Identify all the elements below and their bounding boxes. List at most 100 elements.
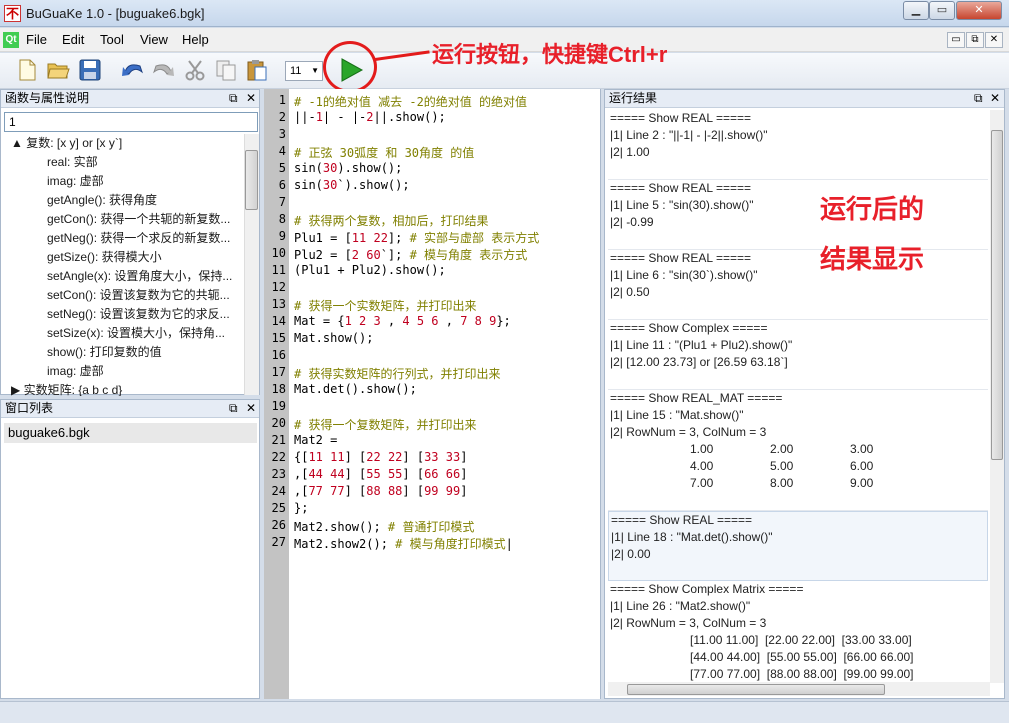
- code-editor[interactable]: # -1的绝对值 减去 -2的绝对值 的绝对值 ||-1| - |-2||.sho…: [289, 89, 601, 699]
- result-block: ===== Show REAL ===== |1| Line 6 : "sin(3…: [608, 250, 988, 320]
- result-line: ===== Show Complex Matrix =====: [610, 582, 804, 596]
- matrix-cell: 3.00: [850, 442, 874, 456]
- qt-logo-icon: Qt: [3, 32, 19, 48]
- menu-edit[interactable]: Edit: [62, 32, 84, 47]
- close-button[interactable]: ✕: [956, 1, 1002, 20]
- scrollbar-thumb[interactable]: [991, 130, 1003, 460]
- result-block: ===== Show REAL ===== |1| Line 18 : "Mat.…: [608, 511, 988, 581]
- function-tree-item[interactable]: imag: 虚部: [3, 172, 243, 191]
- redo-icon[interactable]: [150, 58, 176, 84]
- code-line[interactable]: # 获得一个复数矩阵，并打印出来: [294, 416, 476, 433]
- matrix-cell: 5.00: [770, 459, 794, 473]
- float-panel-icon[interactable]: ⧉: [229, 91, 238, 106]
- maximize-button[interactable]: ▭: [929, 1, 955, 20]
- mdi-close-button[interactable]: ✕: [985, 32, 1003, 48]
- code-line[interactable]: ,[77 77] [88 88] [99 99]: [294, 484, 467, 498]
- code-line[interactable]: ||-1| - |-2||.show();: [294, 110, 446, 124]
- function-tree-item[interactable]: show(): 打印复数的值: [3, 343, 243, 362]
- result-line: ===== Show REAL_MAT =====: [610, 391, 783, 405]
- open-folder-icon[interactable]: [45, 58, 71, 84]
- matrix-row: 1.00 2.00 3.00: [610, 441, 988, 458]
- window-list-item[interactable]: buguake6.bgk: [4, 423, 257, 443]
- result-line: |2| 1.00: [610, 145, 650, 159]
- code-line[interactable]: };: [294, 501, 308, 515]
- code-line[interactable]: # 正弦 30弧度 和 30角度 的值: [294, 144, 474, 161]
- mdi-minimize-button[interactable]: ▭: [947, 32, 965, 48]
- close-panel-icon[interactable]: ✕: [246, 91, 256, 105]
- matrix-row: [77.00 77.00] [88.00 88.00] [99.00 99.00…: [690, 667, 914, 681]
- line-number: 6: [278, 178, 286, 192]
- function-tree-item[interactable]: setAngle(x): 设置角度大小，保持...: [3, 267, 243, 286]
- line-number: 12: [271, 280, 286, 294]
- code-line[interactable]: Plu1 = [11 22]; # 实部与虚部 表示方式: [294, 229, 539, 246]
- code-line[interactable]: {[11 11] [22 22] [33 33]: [294, 450, 467, 464]
- scrollbar-thumb[interactable]: [627, 684, 885, 695]
- code-line[interactable]: Mat.det().show();: [294, 382, 417, 396]
- function-tree-item[interactable]: ▶ 实数矩阵: {a b c d}: [3, 381, 243, 396]
- function-tree-item[interactable]: setNeg(): 设置该复数为它的求反...: [3, 305, 243, 324]
- code-line[interactable]: sin(30`).show();: [294, 178, 410, 192]
- function-tree-item[interactable]: getNeg(): 获得一个求反的新复数...: [3, 229, 243, 248]
- function-tree-item[interactable]: getAngle(): 获得角度: [3, 191, 243, 210]
- function-tree-item[interactable]: setSize(x): 设置模大小，保持角...: [3, 324, 243, 343]
- menu-tool[interactable]: Tool: [100, 32, 124, 47]
- result-line: |2| -0.99: [610, 215, 654, 229]
- font-size-select[interactable]: 11 ▼: [285, 61, 323, 81]
- menu-view[interactable]: View: [140, 32, 168, 47]
- result-block: ===== Show REAL ===== |1| Line 2 : "||-1|…: [608, 110, 988, 180]
- code-line[interactable]: Mat2 =: [294, 433, 337, 447]
- paste-icon[interactable]: [244, 58, 270, 84]
- code-line[interactable]: ,[44 44] [55 55] [66 66]: [294, 467, 467, 481]
- function-tree-item[interactable]: ▲ 复数: [x y] or [x y`]: [3, 134, 243, 153]
- result-output: ===== Show REAL ===== |1| Line 2 : "||-1|…: [608, 110, 988, 683]
- code-line[interactable]: Mat = {1 2 3 , 4 5 6 , 7 8 9};: [294, 314, 511, 328]
- function-tree: ▲ 复数: [x y] or [x y`] real: 实部 imag: 虚部 get…: [3, 134, 243, 396]
- close-panel-icon[interactable]: ✕: [990, 91, 1000, 105]
- result-line: |1| Line 15 : "Mat.show()": [610, 408, 744, 422]
- code-line[interactable]: Mat2.show(); # 普通打印模式: [294, 518, 474, 535]
- function-tree-item[interactable]: imag: 虚部: [3, 362, 243, 381]
- code-line[interactable]: # 获得两个复数，相加后，打印结果: [294, 212, 488, 229]
- line-number: 10: [271, 246, 286, 260]
- code-line[interactable]: Mat.show();: [294, 331, 373, 345]
- undo-icon[interactable]: [120, 58, 146, 84]
- code-line[interactable]: (Plu1 + Plu2).show();: [294, 263, 446, 277]
- copy-icon[interactable]: [213, 58, 239, 84]
- float-panel-icon[interactable]: ⧉: [974, 91, 983, 106]
- line-number: 2: [278, 110, 286, 124]
- matrix-cell: 9.00: [850, 476, 874, 490]
- save-icon[interactable]: [77, 58, 103, 84]
- line-number: 5: [278, 161, 286, 175]
- new-file-icon[interactable]: [14, 58, 40, 84]
- matrix-cell: 1.00: [690, 442, 714, 456]
- function-tree-item[interactable]: real: 实部: [3, 153, 243, 172]
- menu-help[interactable]: Help: [182, 32, 209, 47]
- minimize-button[interactable]: ▁: [903, 1, 929, 20]
- line-number: 7: [278, 195, 286, 209]
- line-number: 8: [278, 212, 286, 226]
- function-tree-item[interactable]: getCon(): 获得一个共轭的新复数...: [3, 210, 243, 229]
- code-line[interactable]: sin(30).show();: [294, 161, 402, 175]
- result-line: |1| Line 5 : "sin(30).show()": [610, 198, 754, 212]
- float-panel-icon[interactable]: ⧉: [229, 401, 238, 416]
- code-line[interactable]: # 获得一个实数矩阵，并打印出来: [294, 297, 476, 314]
- result-line: ===== Show REAL =====: [610, 251, 751, 265]
- code-line[interactable]: Plu2 = [2 60`]; # 模与角度 表示方式: [294, 246, 527, 263]
- code-line[interactable]: # 获得实数矩阵的行列式，并打印出来: [294, 365, 500, 382]
- app-logo-icon: 不: [4, 5, 21, 22]
- function-search-input[interactable]: 1: [4, 112, 258, 132]
- code-line[interactable]: # -1的绝对值 减去 -2的绝对值 的绝对值: [294, 93, 527, 110]
- line-number: 11: [271, 263, 286, 277]
- mdi-restore-button[interactable]: ⧉: [966, 32, 984, 48]
- scrollbar-thumb[interactable]: [245, 150, 258, 210]
- function-tree-item[interactable]: getSize(): 获得模大小: [3, 248, 243, 267]
- cut-icon[interactable]: [182, 58, 208, 84]
- menu-file[interactable]: File: [26, 32, 47, 47]
- line-number: 21: [271, 433, 286, 447]
- font-size-value: 11: [290, 65, 302, 77]
- function-tree-item[interactable]: setCon(): 设置该复数为它的共轭...: [3, 286, 243, 305]
- close-panel-icon[interactable]: ✕: [246, 401, 256, 415]
- result-line: |1| Line 6 : "sin(30`).show()": [610, 268, 758, 282]
- code-line[interactable]: Mat2.show2(); # 模与角度打印模式|: [294, 535, 513, 552]
- result-line: ===== Show REAL =====: [610, 111, 751, 125]
